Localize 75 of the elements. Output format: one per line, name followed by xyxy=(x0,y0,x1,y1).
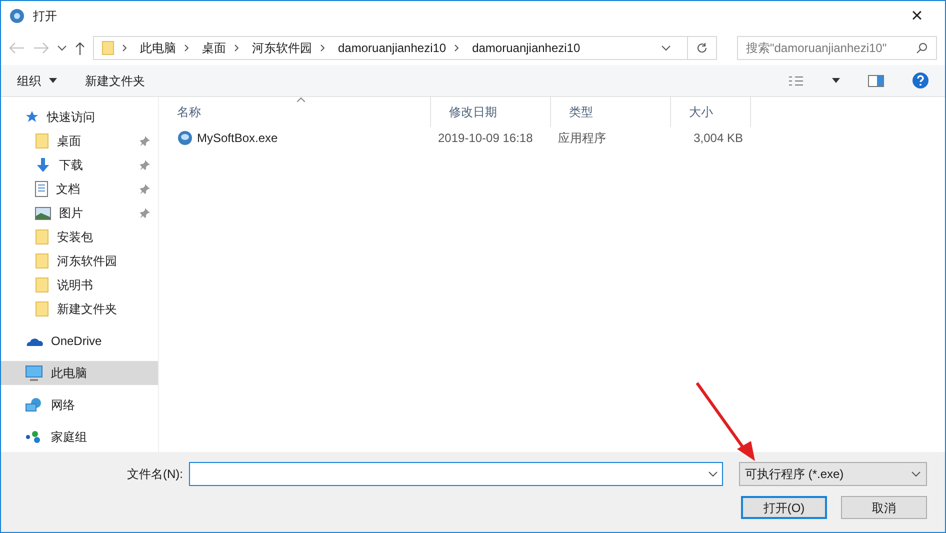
folder-icon xyxy=(35,277,49,293)
new-folder-button[interactable]: 新建文件夹 xyxy=(85,72,145,90)
chevron-right-icon xyxy=(122,44,128,52)
column-header[interactable]: 修改日期 xyxy=(431,97,551,127)
column-header[interactable]: 类型 xyxy=(551,97,671,127)
nav-item[interactable]: 快速访问 xyxy=(1,105,158,129)
nav-item[interactable]: 桌面 xyxy=(1,129,158,153)
table-cell-text: 3,004 KB xyxy=(692,130,744,147)
pin-icon xyxy=(140,160,150,170)
folder-icon xyxy=(35,301,49,317)
column-header[interactable]: 大小 xyxy=(671,97,751,127)
sort-caret-icon xyxy=(297,97,305,102)
network-icon xyxy=(25,397,43,413)
nav-item[interactable]: 河东软件园 xyxy=(1,249,158,273)
chevron-right-icon xyxy=(320,44,326,52)
nav-item[interactable]: 此电脑 xyxy=(1,361,158,385)
breadcrumb-item[interactable]: 河东软件园 xyxy=(252,39,312,57)
breadcrumb-item[interactable]: 此电脑 xyxy=(140,39,176,57)
picture-icon xyxy=(35,206,51,220)
dropdown-caret-icon xyxy=(911,471,921,477)
caret-icon[interactable] xyxy=(832,78,840,83)
nav-item[interactable]: 文档 xyxy=(1,177,158,201)
folder-icon xyxy=(35,133,49,149)
file-type-dropdown[interactable]: 可执行程序 (*.exe) xyxy=(739,462,927,486)
close-button[interactable]: × xyxy=(897,2,937,30)
address-bar[interactable]: 此电脑 桌面 河东软件园 damoruanjianhezi10 damoruanjianhezi10 xyxy=(93,36,717,60)
homegroup-icon xyxy=(25,430,43,444)
filename-field[interactable] xyxy=(189,462,723,486)
table-cell-text: 2019-10-09 16:18 xyxy=(437,130,534,147)
folder-icon xyxy=(35,229,49,245)
nav-item[interactable]: OneDrive xyxy=(1,329,158,353)
down-arrow-icon xyxy=(35,157,51,173)
help-icon[interactable] xyxy=(912,72,929,89)
nav-item[interactable]: 说明书 xyxy=(1,273,158,297)
nav-item[interactable]: 下载 xyxy=(1,153,158,177)
document-icon xyxy=(35,181,48,197)
dropdown-caret-icon xyxy=(708,471,718,477)
filename-label: 文件名(N): xyxy=(126,466,184,483)
nav-item[interactable]: 图片 xyxy=(1,201,158,225)
breadcrumb-item[interactable]: damoruanjianhezi10 xyxy=(472,39,580,57)
table-cell-text: 应用程序 xyxy=(557,130,607,147)
chevron-right-icon xyxy=(234,44,240,52)
folder-icon xyxy=(102,41,114,55)
open-button[interactable]: 打开(O) xyxy=(741,496,827,519)
nav-item[interactable]: 安装包 xyxy=(1,225,158,249)
star-icon xyxy=(25,110,39,124)
chevron-right-icon xyxy=(454,44,460,52)
pin-icon xyxy=(140,184,150,194)
up-arrow-icon[interactable] xyxy=(75,41,85,55)
search-icon xyxy=(916,42,928,54)
window-title: 打开 xyxy=(33,8,57,25)
monitor-icon xyxy=(25,365,43,381)
breadcrumb-item[interactable]: damoruanjianhezi10 xyxy=(338,39,446,57)
cancel-button[interactable]: 取消 xyxy=(841,496,927,519)
history-caret-icon xyxy=(57,45,67,51)
pin-icon xyxy=(140,136,150,146)
nav-item[interactable]: 网络 xyxy=(1,393,158,417)
app-globe-icon xyxy=(177,130,193,146)
view-list-icon[interactable] xyxy=(788,74,804,86)
organize-button[interactable]: 组织 xyxy=(17,72,57,90)
dropdown-caret-icon xyxy=(661,45,671,51)
caret-icon xyxy=(49,78,57,83)
search-field[interactable]: 搜索"damoruanjianhezi10" xyxy=(737,36,937,60)
nav-item[interactable]: 新建文件夹 xyxy=(1,297,158,321)
column-header[interactable]: 名称 xyxy=(159,97,431,127)
nav-item[interactable]: 家庭组 xyxy=(1,425,158,449)
chevron-right-icon xyxy=(184,44,190,52)
refresh-icon[interactable] xyxy=(696,42,708,54)
breadcrumb-item[interactable]: 桌面 xyxy=(202,39,226,57)
folder-icon xyxy=(35,253,49,269)
app-icon xyxy=(9,8,25,24)
file-row[interactable]: MySoftBox.exe 2019-10-09 16:18 应用程序 3,004 KB xyxy=(159,127,945,149)
preview-pane-icon[interactable] xyxy=(868,74,884,86)
file-name: MySoftBox.exe xyxy=(197,130,278,147)
pin-icon xyxy=(140,208,150,218)
